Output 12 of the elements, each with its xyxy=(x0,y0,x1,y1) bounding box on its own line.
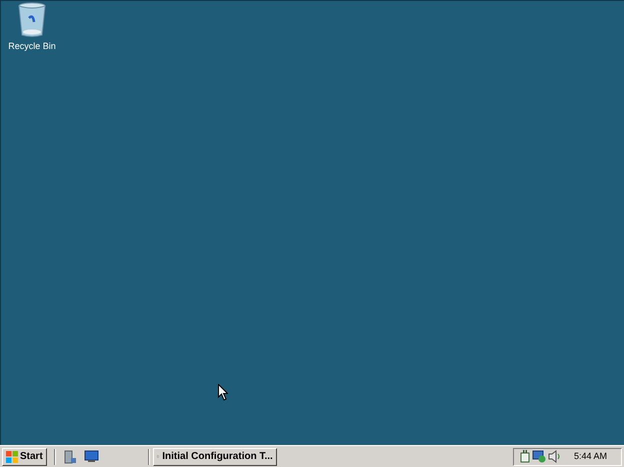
windows-flag-icon xyxy=(6,450,18,462)
speaker-icon[interactable] xyxy=(548,450,562,463)
monitor-icon[interactable] xyxy=(84,450,99,463)
server-manager-icon[interactable] xyxy=(62,450,77,464)
trash-can-icon[interactable] xyxy=(17,2,47,38)
mouse-pointer-icon xyxy=(218,384,228,401)
start-button[interactable]: Start xyxy=(2,448,47,466)
icon-label[interactable]: Recycle Bin xyxy=(8,40,56,54)
clock[interactable]: 5:44 AM xyxy=(574,450,607,464)
network-icon[interactable] xyxy=(532,450,546,463)
power-plug-icon[interactable] xyxy=(520,450,530,463)
taskbar-window-button[interactable]: Initial Configuration T... xyxy=(152,448,277,466)
